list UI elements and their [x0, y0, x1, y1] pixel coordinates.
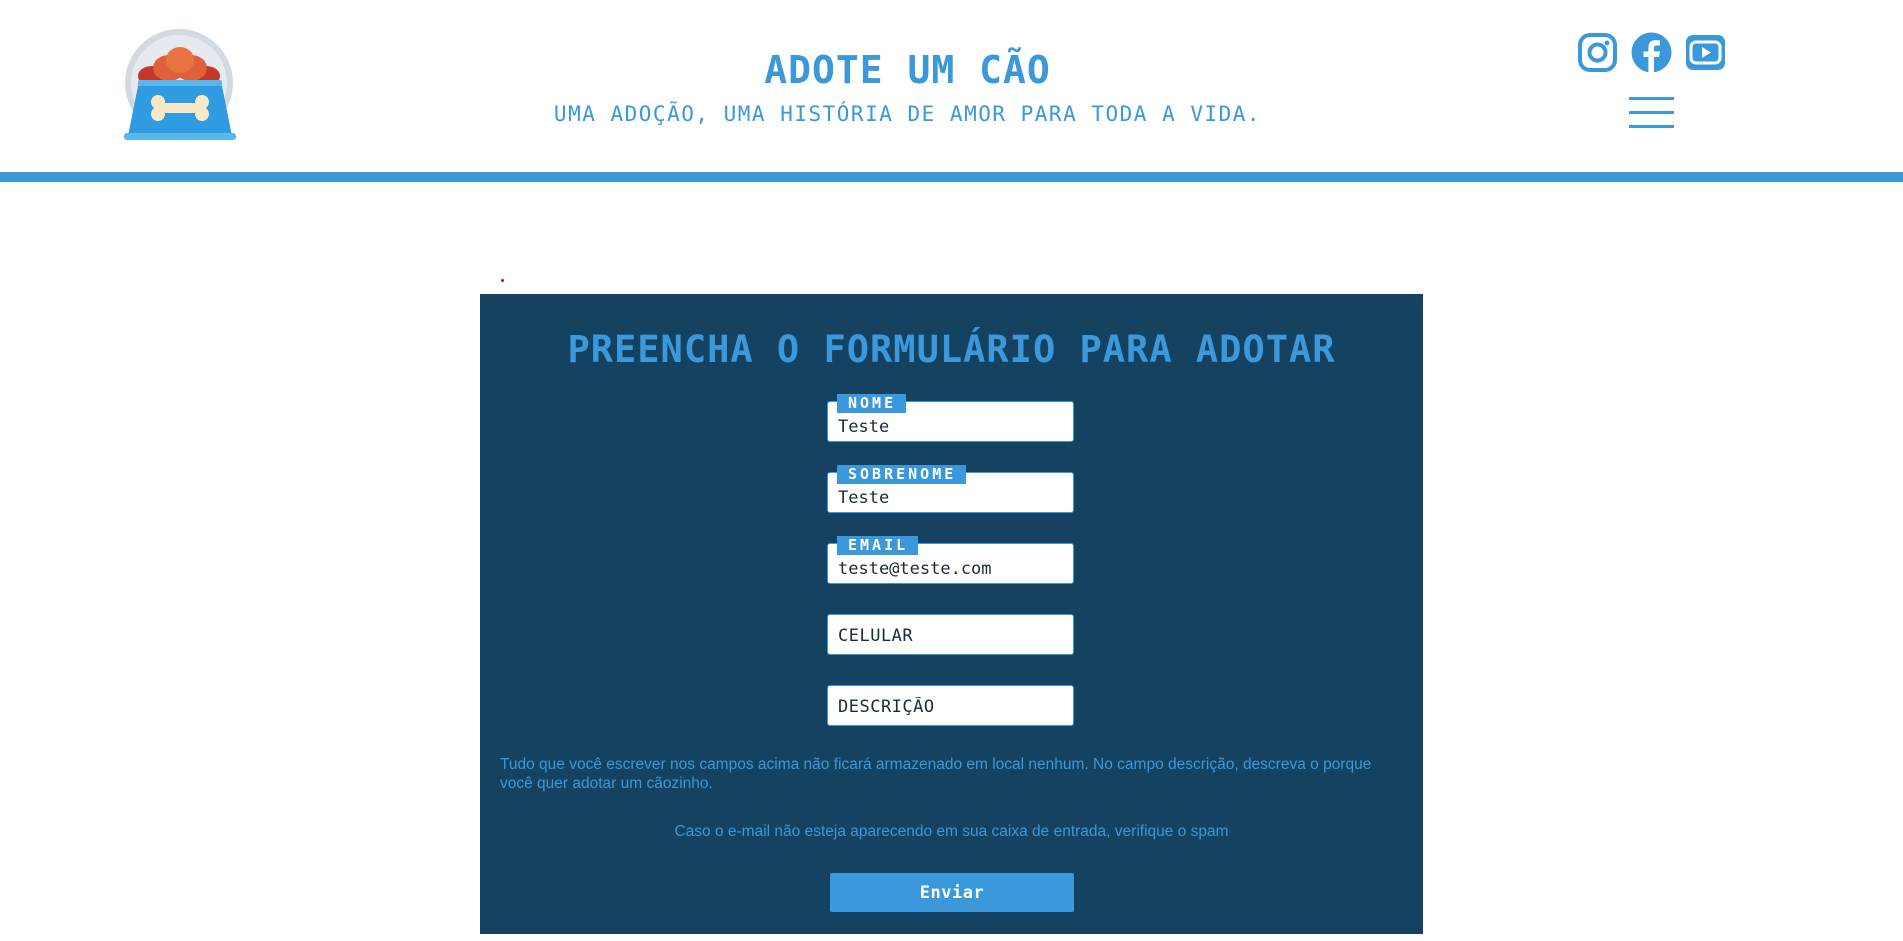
- site-subtitle: UMA ADOÇÃO, UMA HISTÓRIA DE AMOR PARA TO…: [553, 102, 1262, 126]
- celular-input[interactable]: [828, 615, 1073, 654]
- adoption-form: PREENCHA O FORMULÁRIO PARA ADOTAR NOME S…: [480, 294, 1423, 934]
- form-title: PREENCHA O FORMULÁRIO PARA ADOTAR: [567, 328, 1336, 371]
- descricao-field: [827, 685, 1074, 726]
- email-label: EMAIL: [837, 536, 919, 555]
- submit-button[interactable]: Enviar: [830, 873, 1074, 912]
- nome-label: NOME: [837, 394, 907, 413]
- descricao-input[interactable]: [828, 686, 1073, 725]
- header-titles: ADOTE UM CÃO UMA ADOÇÃO, UMA HISTÓRIA DE…: [0, 48, 1815, 126]
- site-title: ADOTE UM CÃO: [764, 48, 1051, 92]
- marker-dot: [501, 279, 504, 282]
- hamburger-line: [1629, 111, 1674, 114]
- facebook-icon[interactable]: [1631, 32, 1672, 73]
- hamburger-line: [1629, 125, 1674, 128]
- social-links: [1577, 32, 1726, 73]
- nome-field: NOME: [827, 394, 1074, 442]
- header-divider: [0, 172, 1903, 182]
- spam-note: Caso o e-mail não esteja aparecendo em s…: [674, 823, 1229, 840]
- privacy-note: Tudo que você escrever nos campos acima …: [500, 756, 1372, 792]
- hamburger-menu-icon[interactable]: [1629, 97, 1674, 131]
- site-header: ADOTE UM CÃO UMA ADOÇÃO, UMA HISTÓRIA DE…: [0, 0, 1903, 172]
- youtube-icon[interactable]: [1685, 32, 1726, 73]
- instagram-icon[interactable]: [1577, 32, 1618, 73]
- hamburger-line: [1629, 97, 1674, 100]
- email-field: EMAIL: [827, 536, 1074, 584]
- sobrenome-label: SOBRENOME: [837, 465, 967, 484]
- celular-field: [827, 614, 1074, 655]
- sobrenome-field: SOBRENOME: [827, 465, 1074, 513]
